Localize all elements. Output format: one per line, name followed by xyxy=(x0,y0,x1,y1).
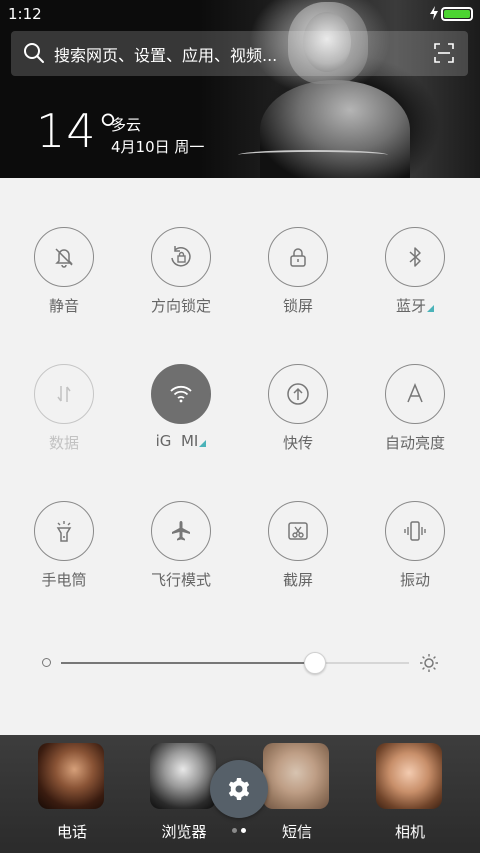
app-label: 电话 xyxy=(56,823,87,841)
page-dot xyxy=(241,828,246,833)
quick-transfer-icon[interactable] xyxy=(268,364,328,424)
brightness-slider[interactable] xyxy=(0,640,480,684)
toggle-label: 振动 xyxy=(399,571,430,589)
toggle-silent[interactable]: 静音 xyxy=(9,227,119,327)
battery-icon xyxy=(441,7,473,21)
toggle-wifi[interactable]: iG MI xyxy=(126,364,236,464)
header: 1:12 搜索网页、设置、应用、视频... 14° 多云 4月10日 周一 xyxy=(0,0,480,178)
airplane-icon[interactable] xyxy=(151,501,211,561)
vibrate-icon[interactable] xyxy=(385,501,445,561)
toggle-label: 静音 xyxy=(48,297,79,315)
rotation-lock-icon[interactable] xyxy=(151,227,211,287)
settings-button[interactable] xyxy=(210,760,268,818)
scan-icon[interactable] xyxy=(434,43,454,63)
expand-indicator-icon xyxy=(199,440,207,447)
status-time: 1:12 xyxy=(8,5,42,23)
page-indicator xyxy=(232,828,252,834)
gear-icon xyxy=(228,778,250,800)
app-camera[interactable]: 相机 xyxy=(376,743,444,842)
screenshot-icon[interactable] xyxy=(268,501,328,561)
search-icon xyxy=(24,43,44,63)
app-phone[interactable]: 电话 xyxy=(38,743,106,842)
toggle-label-wrap: iG MI xyxy=(126,432,236,450)
brightness-thumb[interactable] xyxy=(304,652,327,674)
search-input[interactable]: 搜索网页、设置、应用、视频... xyxy=(54,42,277,66)
toggle-quick-transfer[interactable]: 快传 xyxy=(243,364,353,464)
app-messages[interactable]: 短信 xyxy=(263,743,331,842)
brightness-high-icon xyxy=(420,654,438,672)
app-camera-thumbnail[interactable] xyxy=(376,743,442,809)
toggle-vibrate[interactable]: 振动 xyxy=(360,501,470,601)
toggle-auto-brightness[interactable]: 自动亮度 xyxy=(360,364,470,464)
toggle-airplane[interactable]: 飞行模式 xyxy=(126,501,236,601)
toggle-label: 自动亮度 xyxy=(384,434,445,452)
app-messages-thumbnail[interactable] xyxy=(263,743,329,809)
lock-icon[interactable] xyxy=(268,227,328,287)
weather-date: 4月10日 周一 xyxy=(111,138,205,156)
toggle-label: 快传 xyxy=(282,434,313,452)
app-label: 短信 xyxy=(281,823,312,841)
toggle-label: 方向锁定 xyxy=(150,297,211,315)
auto-brightness-icon[interactable] xyxy=(385,364,445,424)
status-bar: 1:12 xyxy=(0,0,480,28)
toggle-label: 截屏 xyxy=(282,571,313,589)
brightness-fill xyxy=(61,662,316,664)
wifi-icon[interactable] xyxy=(151,364,211,424)
toggle-label-wrap: 蓝牙 xyxy=(360,295,470,316)
toggle-rotation-lock[interactable]: 方向锁定 xyxy=(126,227,236,327)
silent-bell-icon[interactable] xyxy=(34,227,94,287)
brightness-low-icon xyxy=(42,658,51,667)
bluetooth-icon[interactable] xyxy=(385,227,445,287)
charging-icon xyxy=(430,6,438,20)
weather-condition: 多云 xyxy=(111,116,142,134)
toggle-label: 锁屏 xyxy=(282,297,313,315)
mobile-data-icon[interactable] xyxy=(34,364,94,424)
toggle-mobile-data[interactable]: 数据 xyxy=(9,364,119,464)
app-browser-thumbnail[interactable] xyxy=(150,743,216,809)
toggle-lock-screen[interactable]: 锁屏 xyxy=(243,227,353,327)
weather-temperature[interactable]: 14° xyxy=(36,108,121,154)
toggle-flashlight[interactable]: 手电筒 xyxy=(9,501,119,601)
toggle-label: 数据 xyxy=(48,434,79,452)
toggle-label: iG MI xyxy=(155,432,199,450)
expand-indicator-icon xyxy=(427,305,434,312)
toggle-screenshot[interactable]: 截屏 xyxy=(243,501,353,601)
flashlight-icon[interactable] xyxy=(34,501,94,561)
quick-settings-grid: 静音 方向锁定 锁屏 蓝牙 数据 iG MI 快传 自动亮度 手电筒 飞行模式 … xyxy=(0,178,480,648)
toggle-label: 蓝牙 xyxy=(395,297,426,315)
toggle-label: 手电筒 xyxy=(41,571,87,589)
search-bar[interactable]: 搜索网页、设置、应用、视频... xyxy=(11,31,468,76)
app-phone-thumbnail[interactable] xyxy=(38,743,104,809)
toggle-bluetooth[interactable]: 蓝牙 xyxy=(360,227,470,327)
toggle-label: 飞行模式 xyxy=(150,571,211,589)
page-dot xyxy=(232,828,237,833)
app-label: 浏览器 xyxy=(161,823,207,841)
app-browser[interactable]: 浏览器 xyxy=(150,743,218,842)
app-label: 相机 xyxy=(394,823,425,841)
